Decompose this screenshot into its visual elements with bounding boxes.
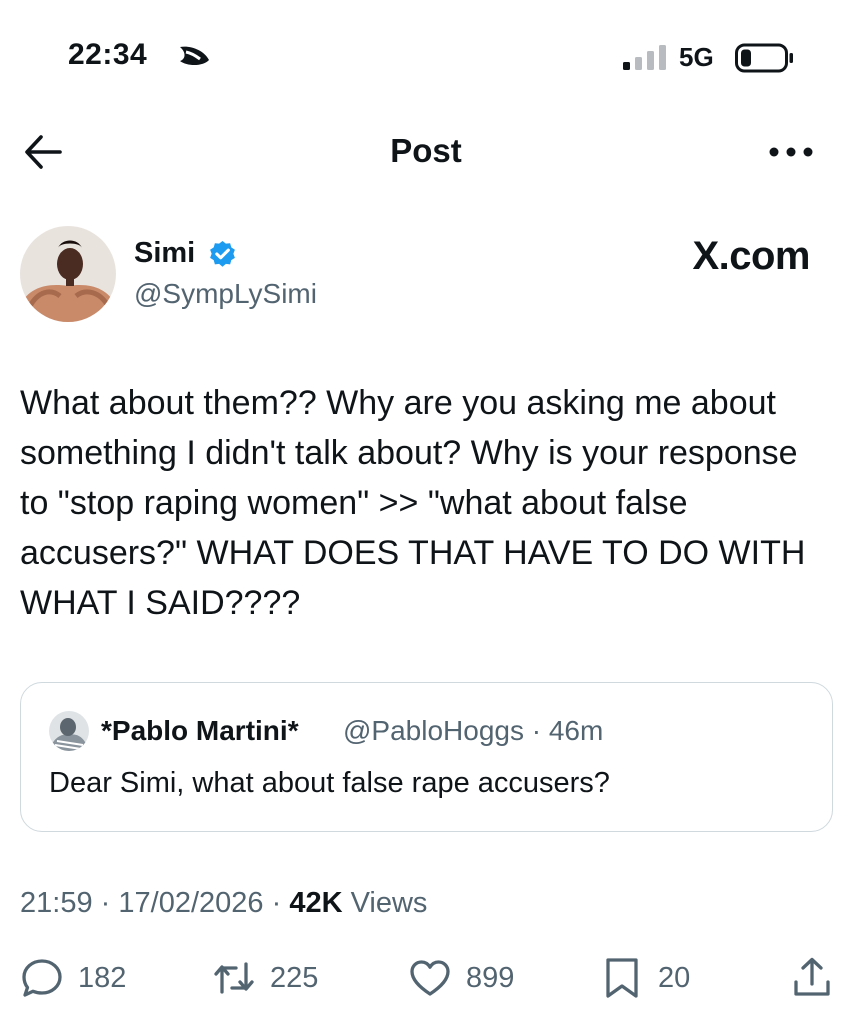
share-icon bbox=[794, 957, 830, 996]
verified-icon[interactable] bbox=[207, 239, 238, 270]
repost-icon bbox=[214, 962, 254, 994]
bookmark-count: 20 bbox=[658, 961, 691, 994]
source-watermark: X.com bbox=[692, 234, 810, 278]
avatar[interactable] bbox=[20, 226, 116, 322]
network-label: 5G bbox=[679, 42, 714, 72]
quote-author-name[interactable]: *Pablo Martini* bbox=[101, 715, 299, 747]
meta-separator: · bbox=[100, 887, 111, 919]
like-button[interactable]: 899 bbox=[408, 956, 514, 1000]
reply-button[interactable]: 182 bbox=[20, 956, 126, 1000]
views-count[interactable]: 42K bbox=[289, 887, 342, 919]
moon-icon bbox=[180, 46, 209, 66]
quote-avatar[interactable] bbox=[49, 711, 89, 751]
repost-button[interactable]: 225 bbox=[212, 956, 318, 1000]
author-handle[interactable]: @SympLySimi bbox=[134, 278, 317, 310]
battery-icon bbox=[735, 43, 793, 73]
quote-handle-time[interactable]: @PabloHoggs · 46m bbox=[343, 715, 603, 747]
tweet-meta: 21:59 · 17/02/2026 · 42K Views bbox=[20, 887, 427, 920]
tweet-text: What about them?? Why are you asking me … bbox=[20, 384, 806, 622]
more-icon[interactable] bbox=[768, 143, 814, 161]
author-name[interactable]: Simi bbox=[134, 237, 195, 270]
reply-count: 182 bbox=[78, 961, 127, 994]
bookmark-icon bbox=[606, 958, 638, 998]
views-label[interactable]: Views bbox=[351, 887, 428, 919]
repost-count: 225 bbox=[270, 961, 319, 994]
bookmark-button[interactable]: 20 bbox=[600, 956, 690, 1000]
status-time: 22:34 bbox=[68, 38, 148, 71]
page-title: Post bbox=[390, 132, 462, 169]
like-count: 899 bbox=[466, 961, 515, 994]
meta-separator: · bbox=[271, 887, 282, 919]
tweet-date: 17/02/2026 bbox=[118, 887, 264, 919]
share-button[interactable] bbox=[790, 956, 834, 1000]
reply-icon bbox=[22, 959, 62, 997]
quote-text: Dear Simi, what about false rape accuser… bbox=[49, 767, 610, 799]
tweet-time: 21:59 bbox=[20, 887, 93, 919]
like-icon bbox=[410, 960, 450, 996]
quote-card[interactable]: *Pablo Martini* @PabloHoggs · 46m Dear S… bbox=[20, 682, 833, 832]
signal-icon bbox=[623, 45, 666, 70]
